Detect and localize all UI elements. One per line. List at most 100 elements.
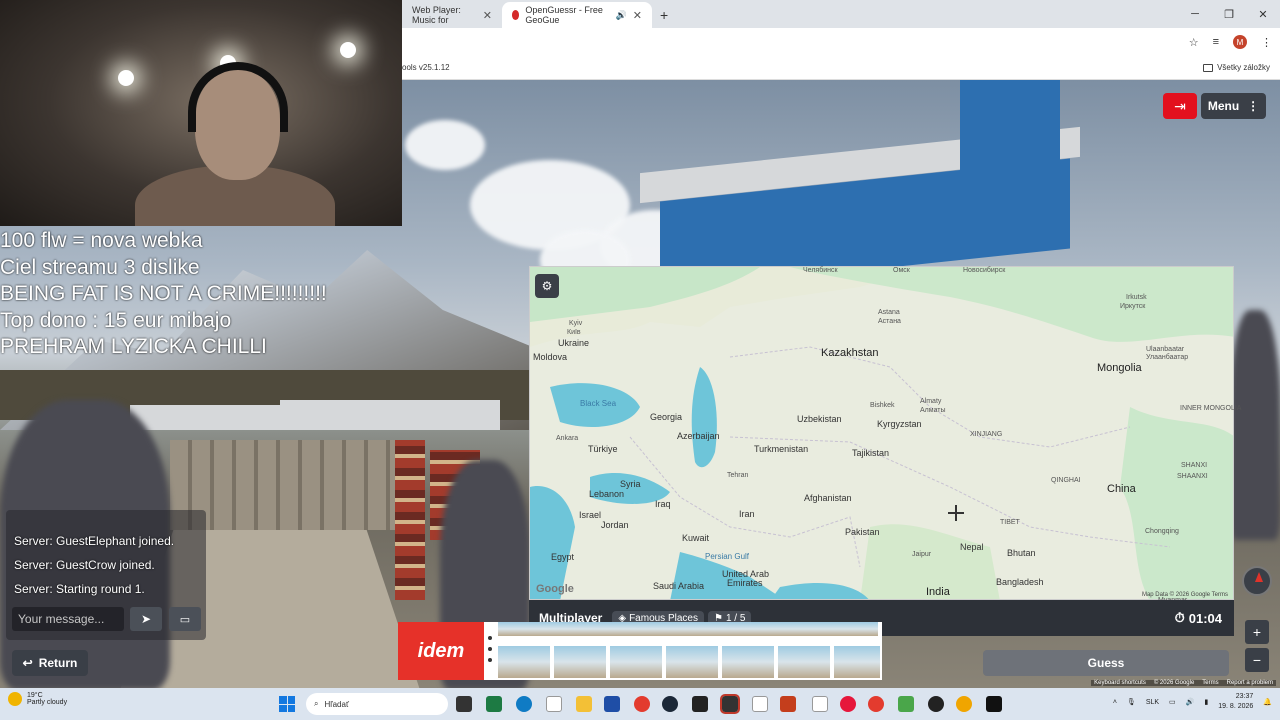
app-icon[interactable] [898, 696, 914, 712]
notifications-icon[interactable]: 🔔 [1263, 698, 1272, 706]
ad-image [498, 622, 878, 636]
chevron-up-icon[interactable]: ˄ [1113, 699, 1117, 706]
terminal-icon[interactable] [986, 696, 1002, 712]
network-icon[interactable]: ▭ [1169, 698, 1176, 706]
map-label: Новосибирск [963, 267, 1006, 274]
map-label: Улаанбаатар [1146, 354, 1189, 361]
epic-games-icon[interactable] [692, 696, 708, 712]
ad-image [722, 646, 774, 678]
tab-web-player[interactable]: Web Player: Music for ✕ [402, 2, 502, 28]
close-window-icon[interactable]: ✕ [1246, 0, 1280, 28]
windows-start-icon[interactable] [279, 696, 295, 712]
all-bookmarks[interactable]: Všetky záložky [1203, 63, 1270, 72]
map-label: SHAANXI [1177, 473, 1208, 480]
bookmark-item[interactable]: ools v25.1.12 [402, 63, 450, 72]
opera-icon[interactable] [840, 696, 856, 712]
file-icon[interactable] [752, 696, 768, 712]
media-controls-icon[interactable]: ≡ [1213, 36, 1219, 48]
address-bar[interactable]: ☆ ≡ M ⋮ [402, 28, 1280, 56]
map-label: Kyrgyzstan [877, 419, 922, 429]
speaker-icon[interactable]: 🔊 [616, 10, 627, 21]
tab-openguessr[interactable]: OpenGuessr - Free GeoGue 🔊 ✕ [502, 2, 652, 28]
guess-button[interactable]: Guess [983, 650, 1229, 676]
map-label: Tehran [727, 472, 749, 479]
close-icon[interactable]: ✕ [483, 9, 492, 22]
map-label: Ukraine [558, 338, 590, 348]
word-icon[interactable] [604, 696, 620, 712]
return-button[interactable]: ↩ Return [12, 650, 88, 676]
bookmark-star-icon[interactable]: ☆ [1189, 36, 1199, 49]
zoom-in-button[interactable]: + [1245, 620, 1269, 644]
map-label: Jordan [601, 520, 629, 530]
new-tab-icon[interactable]: + [660, 2, 668, 28]
ad-image [666, 646, 718, 678]
chat-message-input[interactable] [12, 607, 124, 631]
file-explorer-icon[interactable] [576, 696, 592, 712]
language-indicator[interactable]: SLK [1146, 699, 1159, 706]
quick-chat-button[interactable]: ▭ [169, 607, 201, 631]
taskbar-search[interactable]: ⌕ Hľadať [306, 693, 448, 715]
timer-value: 01:04 [1188, 610, 1222, 626]
menu-button[interactable]: Menu ⋮ [1201, 93, 1266, 119]
map-label: Almaty [920, 398, 942, 405]
volume-icon[interactable]: 🔊 [1186, 698, 1195, 706]
map-label: Irkutsk [1126, 294, 1147, 301]
guess-map[interactable] [529, 266, 1234, 600]
report-problem-link[interactable]: Report a problem [1227, 680, 1273, 686]
map-label: Chongqing [1145, 528, 1179, 535]
notepad-icon[interactable] [546, 696, 562, 712]
map-label: Syria [620, 479, 641, 489]
chrome-icon[interactable] [634, 696, 650, 712]
obs-icon[interactable] [720, 694, 740, 714]
steam-icon[interactable] [662, 696, 678, 712]
ad-image [778, 646, 830, 678]
close-icon[interactable]: ✕ [633, 9, 642, 22]
battery-icon[interactable]: ▮ [1204, 698, 1208, 706]
ceiling-light [340, 42, 356, 58]
map-attribution: Map Data © 2026 Google Terms [1141, 592, 1228, 598]
weather-widget[interactable]: 19°C Partly cloudy [8, 692, 67, 706]
task-view-icon[interactable] [456, 696, 472, 712]
overlay-line: BEING FAT IS NOT A CRIME!!!!!!!!! [0, 282, 327, 305]
google-logo: Google [536, 583, 574, 595]
exit-game-button[interactable]: ⇥ [1163, 93, 1197, 119]
all-bookmarks-label: Všetky záložky [1217, 63, 1270, 72]
send-message-button[interactable]: ➤ [130, 607, 162, 631]
keyboard-shortcuts-link[interactable]: Keyboard shortcuts [1094, 680, 1146, 686]
github-icon[interactable] [928, 696, 944, 712]
chrome-canary-icon[interactable] [956, 696, 972, 712]
minimize-icon[interactable]: ─ [1178, 0, 1212, 28]
return-label: Return [38, 656, 78, 670]
zoom-out-button[interactable]: − [1245, 648, 1269, 672]
map-label: Moldova [533, 352, 568, 362]
compass-icon[interactable] [1242, 566, 1272, 596]
menu-label: Menu [1207, 99, 1240, 113]
map-label: Iran [739, 509, 755, 519]
map-label: SHANXI [1181, 462, 1208, 469]
street-view-attribution: Keyboard shortcuts © 2026 Google Terms R… [1091, 680, 1276, 686]
clock[interactable]: 23:37 19. 8. 2026 [1218, 692, 1253, 712]
ad-image [498, 646, 550, 678]
maximize-icon[interactable]: ❐ [1212, 0, 1246, 28]
map-label: Turkmenistan [754, 444, 809, 454]
map-label: India [926, 586, 950, 598]
partly-cloudy-icon [8, 692, 22, 706]
microphone-icon[interactable]: 🎙 [1127, 698, 1136, 706]
avatar[interactable]: M [1233, 35, 1247, 49]
round-timer: ⏱ 01:04 [1175, 610, 1222, 626]
terms-link[interactable]: Terms [1202, 680, 1218, 686]
plus-icon: + [1252, 624, 1262, 640]
edge-icon[interactable] [516, 696, 532, 712]
excel-icon[interactable] [486, 696, 502, 712]
more-menu-icon[interactable]: ⋮ [1261, 36, 1272, 49]
overlay-line: Ciel streamu 3 dislike [0, 255, 200, 279]
chrome-profile-icon[interactable] [868, 696, 884, 712]
search-icon: ⌕ [314, 699, 319, 708]
map-label: Pakistan [845, 527, 880, 537]
map-label: Emirates [727, 578, 763, 588]
chat-message: Server: GuestElephant joined. [14, 534, 175, 548]
document-icon[interactable] [812, 696, 828, 712]
powerpoint-icon[interactable] [780, 696, 796, 712]
map-settings-button[interactable]: ⚙ [535, 274, 559, 298]
advertisement-banner[interactable]: idem [398, 622, 882, 680]
